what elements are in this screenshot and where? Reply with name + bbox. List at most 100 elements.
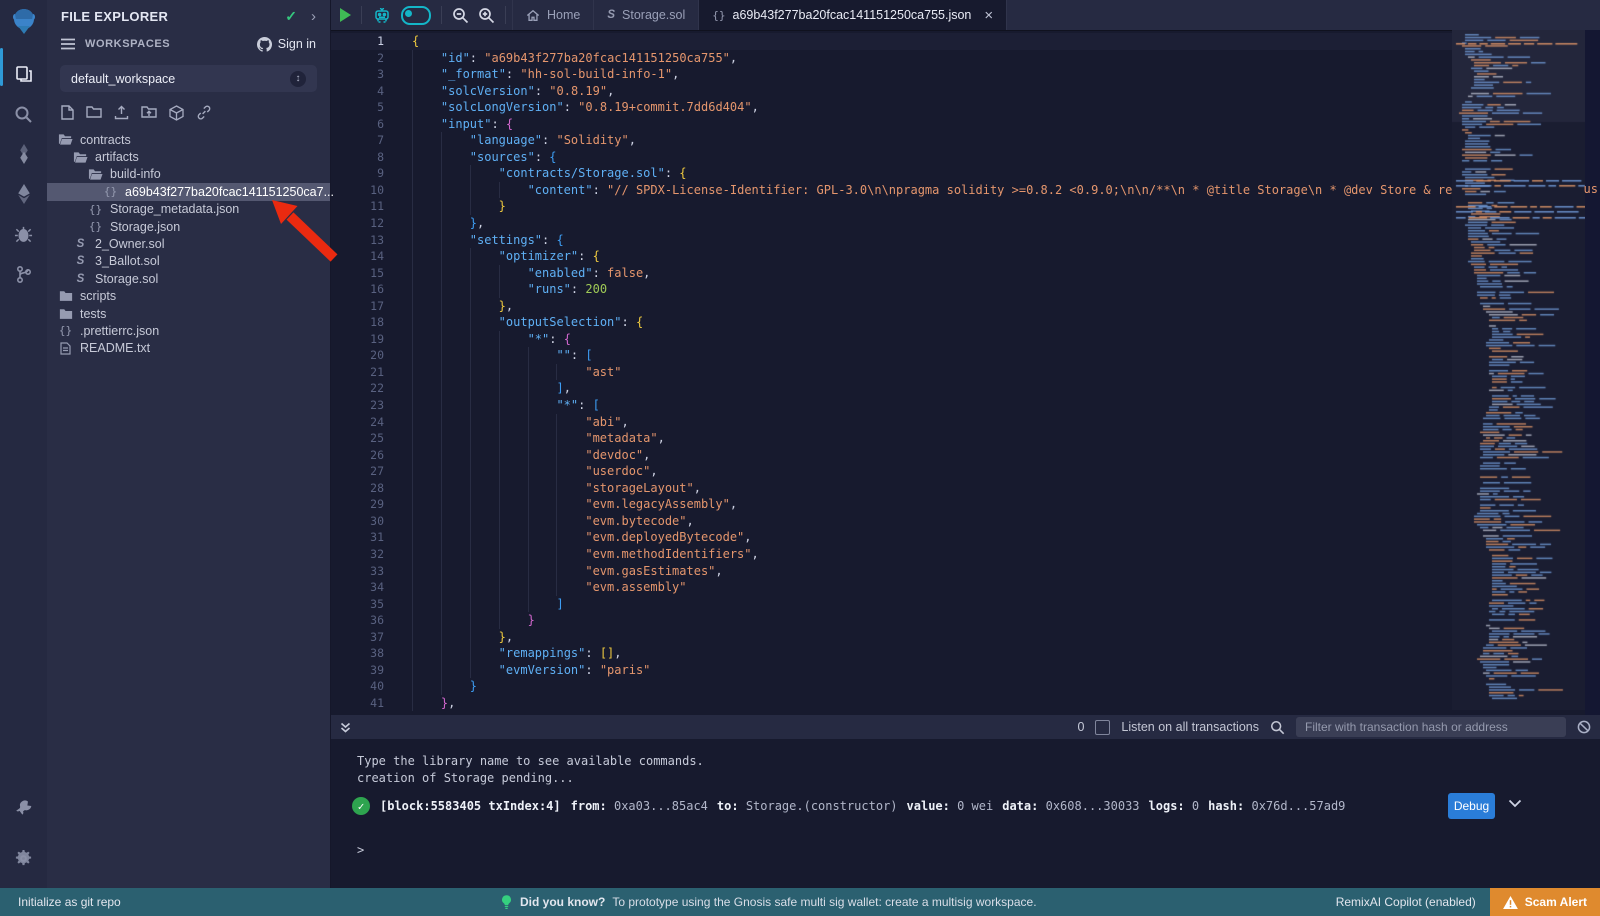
- code-line[interactable]: 3"_format": "hh-sol-build-info-1",: [330, 66, 1585, 83]
- plugin-manager-icon[interactable]: [0, 788, 47, 828]
- solidity-compiler-icon[interactable]: [0, 134, 47, 174]
- filter-input[interactable]: [1296, 717, 1566, 737]
- code-line[interactable]: 33"evm.gasEstimates",: [330, 563, 1585, 580]
- cube-icon[interactable]: [169, 105, 184, 121]
- code-line[interactable]: 27"userdoc",: [330, 463, 1585, 480]
- code-line[interactable]: 34"evm.assembly": [330, 579, 1585, 596]
- code-line[interactable]: 35]: [330, 596, 1585, 613]
- tab-home[interactable]: Home: [512, 0, 594, 30]
- code-line[interactable]: 9"contracts/Storage.sol": {: [330, 165, 1585, 182]
- remix-logo-icon[interactable]: [9, 6, 39, 36]
- tab-a69b43f277ba20fcac141151250ca755-json[interactable]: {}a69b43f277ba20fcac141151250ca755.json×: [699, 0, 1007, 30]
- code-line[interactable]: 24"abi",: [330, 414, 1585, 431]
- code-line[interactable]: 15"enabled": false,: [330, 265, 1585, 282]
- code-line[interactable]: 17},: [330, 298, 1585, 315]
- close-tab-icon[interactable]: ×: [984, 8, 993, 23]
- workspace-select[interactable]: default_workspace ↕: [60, 65, 317, 92]
- code-line[interactable]: 2"id": "a69b43f277ba20fcac141151250ca755…: [330, 50, 1585, 67]
- code-line[interactable]: 1{: [330, 33, 1585, 50]
- code-line[interactable]: 6"input": {: [330, 116, 1585, 133]
- workspace-switch-icon[interactable]: ↕: [290, 71, 306, 87]
- clear-filter-icon[interactable]: [1577, 720, 1591, 734]
- zoom-in-icon[interactable]: [478, 7, 495, 24]
- tree-item[interactable]: {}a69b43f277ba20fcac141151250ca7...: [47, 183, 330, 200]
- copilot-toggle[interactable]: [401, 6, 431, 25]
- upload-folder-icon[interactable]: [141, 105, 157, 121]
- code-line[interactable]: 22],: [330, 380, 1585, 397]
- code-line[interactable]: 31"evm.deployedBytecode",: [330, 529, 1585, 546]
- tree-item[interactable]: {}Storage.json: [47, 218, 330, 235]
- code-line[interactable]: 18"outputSelection": {: [330, 314, 1585, 331]
- git-icon[interactable]: [0, 254, 47, 294]
- code-line[interactable]: 5"solcLongVersion": "0.8.19+commit.7dd6d…: [330, 99, 1585, 116]
- code-line[interactable]: 40}: [330, 678, 1585, 695]
- upload-file-icon[interactable]: [114, 105, 129, 121]
- tree-item[interactable]: artifacts: [47, 148, 330, 165]
- code-line[interactable]: 7"language": "Solidity",: [330, 132, 1585, 149]
- scam-alert-button[interactable]: Scam Alert: [1490, 888, 1600, 916]
- code-line[interactable]: 39"evmVersion": "paris": [330, 662, 1585, 679]
- code-line[interactable]: 23"*": [: [330, 397, 1585, 414]
- new-folder-icon[interactable]: [86, 105, 102, 121]
- code-line[interactable]: 30"evm.bytecode",: [330, 513, 1585, 530]
- debugger-icon[interactable]: [0, 214, 47, 254]
- code-line[interactable]: 21"ast": [330, 364, 1585, 381]
- tree-item[interactable]: contracts: [47, 131, 330, 148]
- deploy-run-icon[interactable]: [0, 174, 47, 214]
- code-line[interactable]: 25"metadata",: [330, 430, 1585, 447]
- line-number: 25: [330, 430, 400, 447]
- tree-item[interactable]: README.txt: [47, 340, 330, 357]
- hamburger-menu-icon[interactable]: [61, 38, 75, 50]
- code-line[interactable]: 13"settings": {: [330, 232, 1585, 249]
- transaction-row[interactable]: ✓ [block:5583405 txIndex:4]from: 0xa03..…: [352, 791, 1600, 821]
- code-editor[interactable]: 1{2"id": "a69b43f277ba20fcac141151250ca7…: [330, 30, 1600, 715]
- code-line[interactable]: 10"content": "// SPDX-License-Identifier…: [330, 182, 1585, 199]
- settings-gear-icon[interactable]: [0, 838, 47, 878]
- code-line[interactable]: 38"remappings": [],: [330, 645, 1585, 662]
- code-line[interactable]: 32"evm.methodIdentifiers",: [330, 546, 1585, 563]
- terminal-prompt[interactable]: >: [357, 843, 364, 857]
- code-line[interactable]: 19"*": {: [330, 331, 1585, 348]
- listen-checkbox[interactable]: [1095, 720, 1110, 735]
- code-line[interactable]: 8"sources": {: [330, 149, 1585, 166]
- copilot-status[interactable]: RemixAI Copilot (enabled): [1336, 895, 1476, 909]
- search-icon[interactable]: [0, 94, 47, 134]
- tree-item[interactable]: {}.prettierrc.json: [47, 322, 330, 339]
- code-line[interactable]: 26"devdoc",: [330, 447, 1585, 464]
- editor-scrollbar[interactable]: [1585, 30, 1600, 715]
- tree-item[interactable]: {}Storage_metadata.json: [47, 201, 330, 218]
- tree-item[interactable]: S3_Ballot.sol: [47, 253, 330, 270]
- code-line[interactable]: 16"runs": 200: [330, 281, 1585, 298]
- tree-item[interactable]: build-info: [47, 166, 330, 183]
- tree-item-label: Storage.sol: [95, 272, 158, 286]
- code-line[interactable]: 28"storageLayout",: [330, 480, 1585, 497]
- tree-item[interactable]: SStorage.sol: [47, 270, 330, 287]
- tree-item[interactable]: S2_Owner.sol: [47, 235, 330, 252]
- tab-storage-sol[interactable]: SStorage.sol: [594, 0, 699, 30]
- code-line[interactable]: 20"": [: [330, 347, 1585, 364]
- code-line[interactable]: 11}: [330, 198, 1585, 215]
- zoom-out-icon[interactable]: [452, 7, 469, 24]
- expand-tx-icon[interactable]: [1508, 799, 1522, 808]
- git-init-button[interactable]: Initialize as git repo: [18, 895, 121, 909]
- minimap[interactable]: [1452, 30, 1585, 710]
- chevron-right-icon[interactable]: ›: [311, 9, 316, 24]
- code-line[interactable]: 36}: [330, 612, 1585, 629]
- remixai-robot-icon[interactable]: [372, 5, 392, 25]
- terminal-search-icon[interactable]: [1270, 720, 1285, 735]
- code-line[interactable]: 37},: [330, 629, 1585, 646]
- link-icon[interactable]: [196, 105, 212, 121]
- run-script-button[interactable]: [340, 8, 351, 22]
- tree-item[interactable]: tests: [47, 305, 330, 322]
- new-file-icon[interactable]: [61, 105, 74, 121]
- code-line[interactable]: 41},: [330, 695, 1585, 712]
- file-explorer-icon[interactable]: [0, 54, 47, 94]
- expand-terminal-icon[interactable]: [339, 721, 352, 734]
- code-line[interactable]: 4"solcVersion": "0.8.19",: [330, 83, 1585, 100]
- tree-item[interactable]: scripts: [47, 288, 330, 305]
- sign-in-button[interactable]: Sign in: [257, 37, 316, 52]
- code-line[interactable]: 12},: [330, 215, 1585, 232]
- code-line[interactable]: 29"evm.legacyAssembly",: [330, 496, 1585, 513]
- debug-button[interactable]: Debug: [1448, 793, 1495, 819]
- code-line[interactable]: 14"optimizer": {: [330, 248, 1585, 265]
